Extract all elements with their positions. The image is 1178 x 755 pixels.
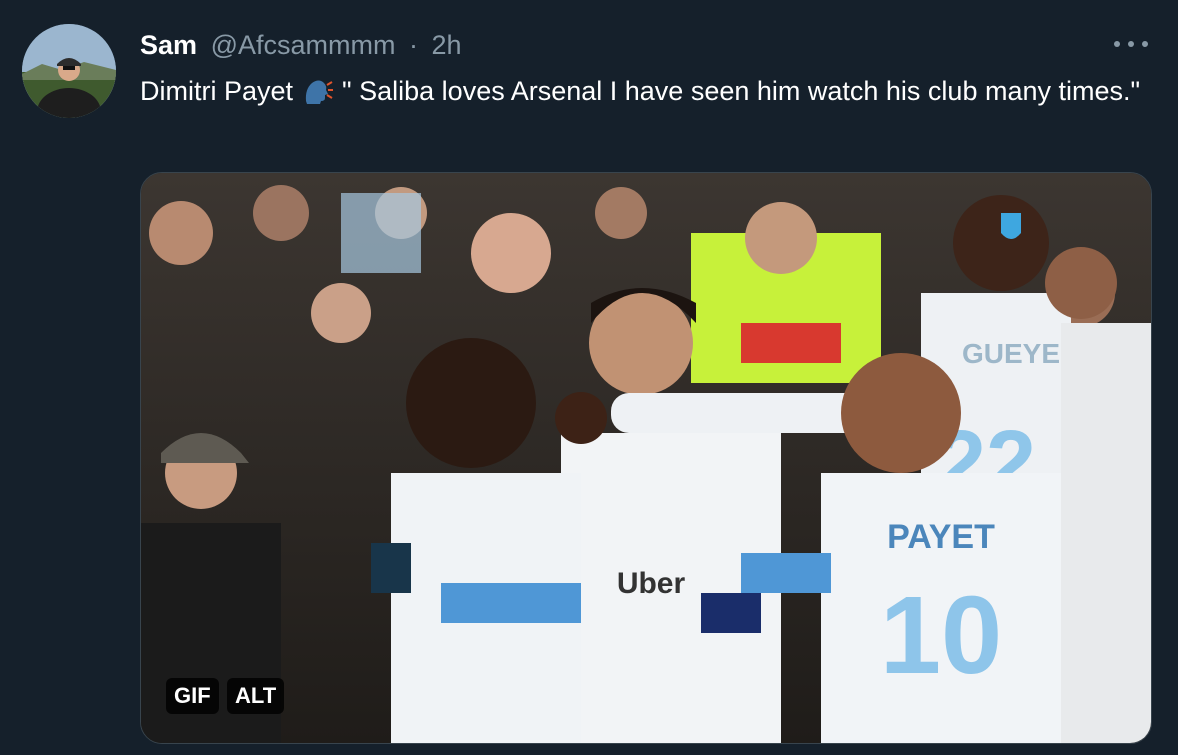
svg-text:Uber: Uber [617, 567, 686, 600]
separator-dot: · [408, 30, 418, 60]
tweet-text-part-2: " Saliba loves Arsenal I have seen him w… [334, 76, 1141, 106]
svg-text:PAYET: PAYET [887, 518, 995, 556]
tweet-text-part-1: Dimitri Payet [140, 76, 301, 106]
user-handle[interactable]: @Afcsammmm [211, 30, 396, 60]
celebration-image: 22 GUEYE Uber PAYET 10 [141, 173, 1151, 743]
alt-text-button[interactable]: ALT [227, 678, 285, 714]
gif-badge: GIF [166, 678, 219, 714]
tweet-text: Dimitri Payet " Saliba loves Arsenal I h… [140, 72, 1150, 110]
media-gif[interactable]: 22 GUEYE Uber PAYET 10 [140, 172, 1152, 744]
svg-text:GUEYE: GUEYE [962, 338, 1060, 369]
more-dots-icon[interactable] [1114, 34, 1148, 54]
avatar[interactable] [22, 24, 116, 118]
timestamp[interactable]: 2h [432, 30, 462, 60]
tweet-header: Sam @Afcsammmm · 2h [140, 28, 462, 62]
speaking-head-icon [305, 80, 333, 104]
display-name[interactable]: Sam [140, 30, 197, 60]
svg-text:10: 10 [880, 574, 1002, 697]
tweet[interactable]: Sam @Afcsammmm · 2h Dimitri Payet " Sali… [0, 0, 1178, 755]
